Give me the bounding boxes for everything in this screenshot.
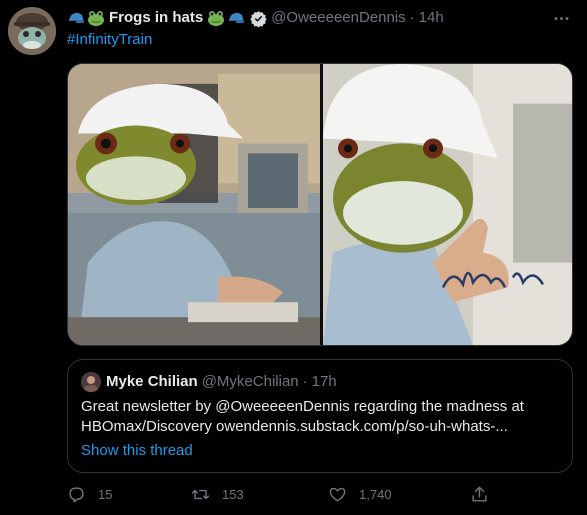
share-icon bbox=[472, 486, 487, 502]
like-button[interactable]: 1,740 bbox=[328, 482, 392, 506]
quoted-author-handle: @MykeChilian bbox=[201, 373, 299, 390]
tweet[interactable]: Frogs in hats @OweeeeenDennis · 14h #Inf… bbox=[0, 0, 587, 515]
reply-button[interactable]: 15 bbox=[67, 482, 112, 506]
reply-icon bbox=[69, 486, 84, 502]
frog-emoji-icon bbox=[88, 11, 104, 26]
share-button[interactable] bbox=[470, 482, 489, 506]
author-handle[interactable]: @OweeeeenDennis bbox=[271, 8, 405, 28]
quoted-tweet[interactable]: Myke Chilian @MykeChilian · 17h Great ne… bbox=[67, 359, 573, 473]
show-thread-link[interactable]: Show this thread bbox=[81, 441, 193, 461]
cap-emoji-icon bbox=[229, 13, 245, 23]
cap-emoji-icon bbox=[69, 13, 84, 23]
verified-badge-icon bbox=[250, 10, 267, 27]
display-name-text: Frogs in hats bbox=[109, 9, 204, 26]
retweet-icon bbox=[191, 489, 210, 499]
like-count: 1,740 bbox=[359, 486, 392, 502]
author-avatar[interactable] bbox=[8, 7, 56, 55]
right-photo[interactable] bbox=[323, 64, 573, 345]
quoted-timestamp: 17h bbox=[311, 373, 337, 390]
reply-count: 15 bbox=[98, 486, 113, 502]
quoted-tweet-header: Myke Chilian @MykeChilian · 17h bbox=[81, 372, 337, 392]
media-grid bbox=[67, 63, 573, 346]
more-options-button[interactable] bbox=[549, 6, 573, 30]
tweet-header: Frogs in hats @OweeeeenDennis · 14h bbox=[67, 8, 444, 28]
quoted-author-name: Myke Chilian bbox=[106, 373, 198, 390]
heart-icon bbox=[329, 487, 346, 502]
retweet-button[interactable]: 153 bbox=[191, 482, 244, 506]
quoted-author-avatar bbox=[81, 372, 101, 392]
quoted-separator-dot: · bbox=[302, 373, 308, 390]
hashtag-link[interactable]: #InfinityTrain bbox=[67, 30, 152, 50]
more-dots-icon bbox=[554, 16, 568, 20]
frog-emoji-icon bbox=[208, 11, 225, 26]
tweet-timestamp[interactable]: 14h bbox=[419, 8, 444, 28]
left-photo[interactable] bbox=[68, 64, 320, 345]
quoted-text-line: Great newsletter by @OweeeeenDennis rega… bbox=[81, 398, 524, 415]
tweet-actions: 15 153 1,740 bbox=[67, 482, 573, 506]
separator-dot: · bbox=[409, 9, 415, 26]
retweet-count: 153 bbox=[222, 486, 244, 502]
quoted-tweet-text: Great newsletter by @OweeeeenDennis rega… bbox=[81, 397, 561, 437]
author-display-name[interactable]: Frogs in hats bbox=[67, 8, 267, 28]
quoted-text-line: HBOmax/Discovery owendennis.substack.com… bbox=[81, 418, 508, 435]
